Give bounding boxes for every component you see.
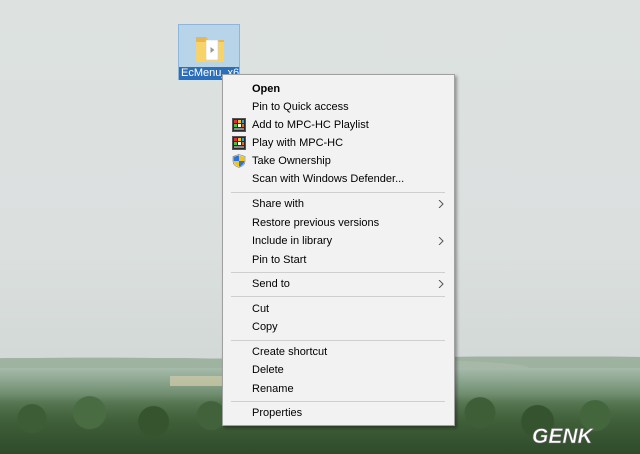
folder-icon [196,37,224,62]
menu-item-add-mpc-playlist[interactable]: Add to MPC-HC Playlist [225,116,452,134]
menu-item-cut[interactable]: Cut [225,300,452,318]
menu-item-create-shortcut[interactable]: Create shortcut [225,343,452,361]
menu-item-copy[interactable]: Copy [225,318,452,336]
desktop-folder-item[interactable]: EcMenu_x64 [178,24,240,80]
watermark-text: GENK [532,425,595,447]
menu-item-scan-defender[interactable]: Scan with Windows Defender... [225,170,452,188]
menu-item-label: Delete [252,364,284,376]
menu-separator [231,401,445,402]
context-menu: Open Pin to Quick access Add to MPC-HC P… [222,74,455,426]
menu-item-send-to[interactable]: Send to [225,275,452,293]
menu-item-share-with[interactable]: Share with [225,195,452,213]
menu-item-label: Play with MPC-HC [252,137,344,149]
genk-watermark-logo: GENK [532,425,595,447]
menu-item-open[interactable]: Open [225,80,452,98]
menu-item-label: Rename [252,383,294,395]
landscape-field [170,376,225,386]
menu-separator [231,272,445,273]
menu-item-play-mpc[interactable]: Play with MPC-HC [225,134,452,152]
chevron-right-icon [438,200,444,208]
chevron-right-icon [438,237,444,245]
menu-separator [231,296,445,297]
menu-item-delete[interactable]: Delete [225,361,452,379]
menu-item-label: Include in library [252,235,333,247]
chevron-right-icon [438,280,444,288]
menu-item-label: Pin to Quick access [252,101,349,113]
menu-item-label: Create shortcut [252,346,328,358]
menu-item-label: Share with [252,198,304,210]
uac-shield-icon [232,154,246,168]
menu-item-label: Restore previous versions [252,217,380,229]
menu-item-label: Cut [252,303,270,315]
menu-item-rename[interactable]: Rename [225,380,452,398]
mpc-hc-icon [232,118,246,132]
menu-item-restore-versions[interactable]: Restore previous versions [225,214,452,232]
menu-item-label: Add to MPC-HC Playlist [252,119,369,131]
mpc-hc-icon [232,136,246,150]
menu-item-label: Scan with Windows Defender... [252,173,405,185]
menu-item-label: Pin to Start [252,254,307,266]
menu-separator [231,340,445,341]
menu-item-label: Send to [252,278,290,290]
menu-item-pin-start[interactable]: Pin to Start [225,251,452,269]
menu-item-label: Take Ownership [252,155,331,167]
menu-item-label: Open [252,83,281,95]
menu-item-take-ownership[interactable]: Take Ownership [225,152,452,170]
menu-separator [231,192,445,193]
menu-item-include-library[interactable]: Include in library [225,232,452,250]
menu-item-label: Properties [252,407,303,419]
menu-item-label: Copy [252,321,278,333]
menu-item-properties[interactable]: Properties [225,404,452,422]
menu-item-pin-quick-access[interactable]: Pin to Quick access [225,98,452,116]
